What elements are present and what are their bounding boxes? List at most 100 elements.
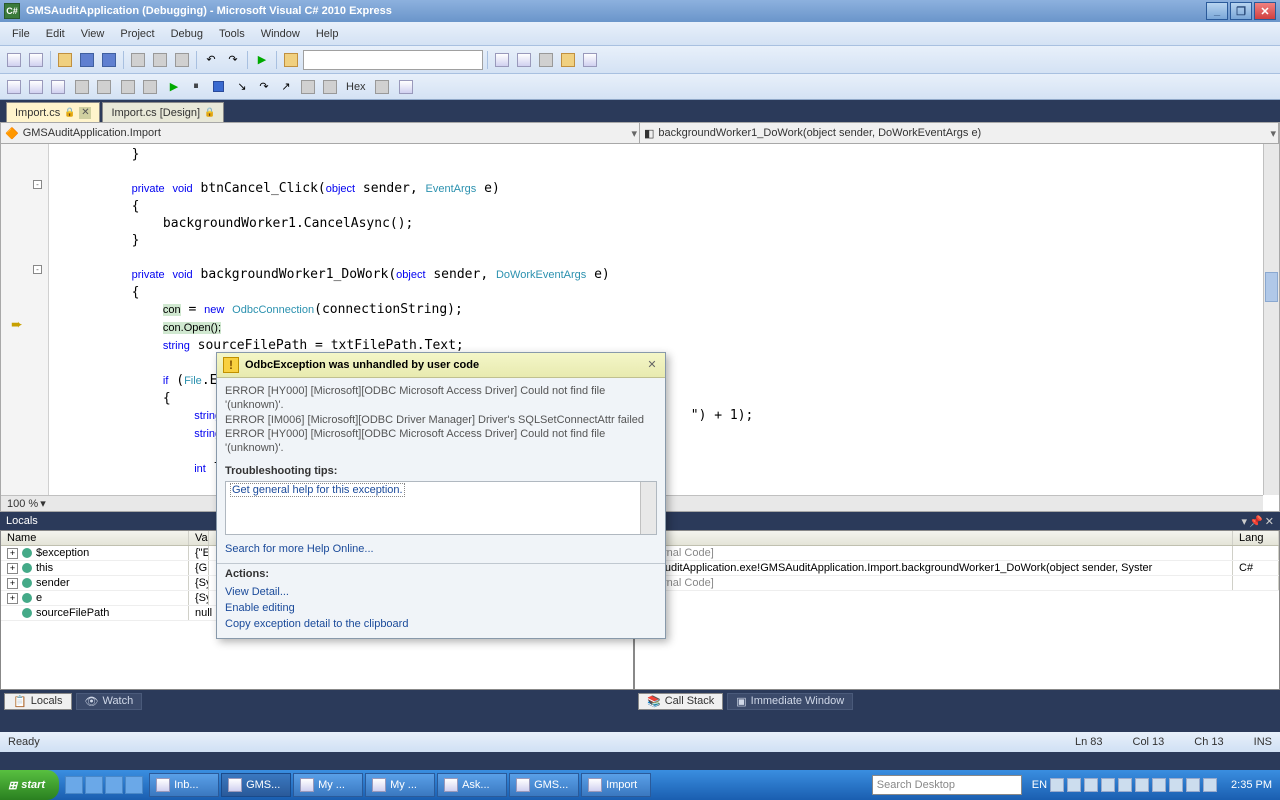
redo-button[interactable]: ↷ — [223, 50, 243, 70]
col-name[interactable]: ame — [635, 531, 1233, 545]
member-combo[interactable]: ◧ backgroundWorker1_DoWork(object sender… — [640, 123, 1279, 143]
pin-icon[interactable]: 📌 — [1249, 515, 1263, 528]
task-button[interactable]: My ... — [365, 773, 435, 797]
save-button[interactable] — [77, 50, 97, 70]
tab-watch[interactable]: 👁 Watch — [76, 693, 143, 710]
step-over-button[interactable]: ↷ — [254, 77, 274, 97]
menu-file[interactable]: File — [4, 26, 38, 42]
outline-toggle[interactable]: - — [33, 180, 42, 189]
start-page-button[interactable] — [558, 50, 578, 70]
hex-toggle[interactable]: Hex — [342, 81, 370, 93]
clock[interactable]: 2:35 PM — [1223, 779, 1280, 791]
maximize-button[interactable]: ❐ — [1230, 2, 1252, 20]
tab-immediate[interactable]: ▣ Immediate Window — [727, 693, 853, 710]
start-button[interactable]: ⊞ start — [0, 770, 59, 800]
break-all-button[interactable]: ⏸ — [186, 77, 206, 97]
desktop-search[interactable]: Search Desktop — [872, 775, 1022, 795]
action-copy-detail[interactable]: Copy exception detail to the clipboard — [217, 616, 665, 638]
callstack-row[interactable]: External Code] — [635, 546, 1279, 561]
tray-icon[interactable] — [1135, 778, 1149, 792]
tb2-1[interactable] — [4, 77, 24, 97]
solution-explorer-button[interactable] — [492, 50, 512, 70]
find-combo[interactable] — [303, 50, 483, 70]
zoom-combo[interactable]: 100 %▾ — [1, 497, 52, 510]
task-button[interactable]: Import — [581, 773, 651, 797]
task-button[interactable]: Inb... — [149, 773, 219, 797]
tab-import-cs[interactable]: Import.cs 🔒 ✕ — [6, 102, 100, 122]
cut-button[interactable] — [128, 50, 148, 70]
tb2-5[interactable] — [94, 77, 114, 97]
tray-icon[interactable] — [1203, 778, 1217, 792]
action-enable-editing[interactable]: Enable editing — [217, 600, 665, 616]
tray-icon[interactable] — [1152, 778, 1166, 792]
tb2-2[interactable] — [26, 77, 46, 97]
tray-icon[interactable] — [1050, 778, 1064, 792]
minimize-button[interactable]: _ — [1206, 2, 1228, 20]
lang-indicator[interactable]: EN — [1032, 779, 1047, 791]
tb2-7[interactable] — [140, 77, 160, 97]
menu-edit[interactable]: Edit — [38, 26, 73, 42]
menu-window[interactable]: Window — [253, 26, 308, 42]
menu-debug[interactable]: Debug — [163, 26, 211, 42]
tb2-15[interactable] — [320, 77, 340, 97]
ql-explorer[interactable] — [105, 776, 123, 794]
undo-button[interactable]: ↶ — [201, 50, 221, 70]
save-all-button[interactable] — [99, 50, 119, 70]
ql-desktop[interactable] — [65, 776, 83, 794]
tb2-16[interactable] — [372, 77, 392, 97]
extension-manager-button[interactable] — [580, 50, 600, 70]
tab-locals[interactable]: 📋 Locals — [4, 693, 72, 710]
tab-import-design[interactable]: Import.cs [Design] 🔒 — [102, 102, 224, 122]
outline-toggle[interactable]: - — [33, 265, 42, 274]
close-button[interactable]: ✕ — [1254, 2, 1276, 20]
tb2-6[interactable] — [118, 77, 138, 97]
stop-debug-button[interactable] — [208, 77, 228, 97]
ql-more[interactable] — [125, 776, 143, 794]
task-button[interactable]: GMS... — [509, 773, 579, 797]
menu-help[interactable]: Help — [308, 26, 347, 42]
tray-icon[interactable] — [1084, 778, 1098, 792]
scroll-thumb[interactable] — [1265, 272, 1278, 302]
new-project-button[interactable] — [4, 50, 24, 70]
pane-close-icon[interactable]: ✕ — [1265, 515, 1274, 528]
task-button[interactable]: Ask... — [437, 773, 507, 797]
tip-link[interactable]: Get general help for this exception. — [230, 483, 405, 497]
tray-icon[interactable] — [1118, 778, 1132, 792]
continue-button[interactable]: ▶ — [164, 77, 184, 97]
tab-callstack[interactable]: 📚 Call Stack — [638, 693, 723, 710]
open-button[interactable] — [55, 50, 75, 70]
callstack-grid[interactable]: ame Lang External Code]MSAuditApplicatio… — [634, 530, 1280, 690]
tray-icon[interactable] — [1101, 778, 1115, 792]
tb2-14[interactable] — [298, 77, 318, 97]
tb2-4[interactable] — [72, 77, 92, 97]
tray-icon[interactable] — [1186, 778, 1200, 792]
copy-button[interactable] — [150, 50, 170, 70]
menu-tools[interactable]: Tools — [211, 26, 253, 42]
add-item-button[interactable] — [26, 50, 46, 70]
start-debug-button[interactable]: ▶ — [252, 50, 272, 70]
ql-ie[interactable] — [85, 776, 103, 794]
tray-icon[interactable] — [1169, 778, 1183, 792]
toolbox-button[interactable] — [536, 50, 556, 70]
exception-close-button[interactable]: ✕ — [645, 358, 659, 372]
tb2-3[interactable] — [48, 77, 68, 97]
menu-view[interactable]: View — [73, 26, 113, 42]
action-view-detail[interactable]: View Detail... — [217, 584, 665, 600]
col-lang[interactable]: Lang — [1233, 531, 1279, 545]
task-button[interactable]: My ... — [293, 773, 363, 797]
callstack-row[interactable]: External Code] — [635, 576, 1279, 591]
paste-button[interactable] — [172, 50, 192, 70]
tray-icon[interactable] — [1067, 778, 1081, 792]
callstack-row[interactable]: MSAuditApplication.exe!GMSAuditApplicati… — [635, 561, 1279, 576]
tips-scrollbar[interactable] — [640, 482, 656, 534]
tab-close-button[interactable]: ✕ — [79, 107, 91, 119]
task-button[interactable]: GMS... — [221, 773, 291, 797]
type-combo[interactable]: 🔶 GMSAuditApplication.Import ▾ — [1, 123, 640, 143]
pane-menu-icon[interactable]: ▾ — [1242, 515, 1248, 528]
menu-project[interactable]: Project — [112, 26, 162, 42]
step-out-button[interactable]: ↗ — [276, 77, 296, 97]
properties-button[interactable] — [514, 50, 534, 70]
search-help-link[interactable]: Search for more Help Online... — [217, 541, 665, 557]
vertical-scrollbar[interactable] — [1263, 144, 1279, 495]
col-value[interactable]: Va — [189, 531, 209, 545]
